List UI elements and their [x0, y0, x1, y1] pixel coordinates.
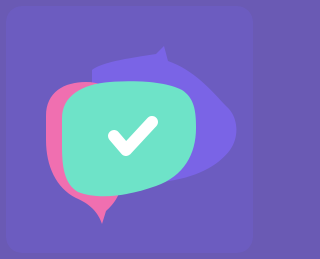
app-icon-tile[interactable] — [6, 6, 253, 253]
app-icon-frame — [0, 0, 261, 259]
app-icon-graphic — [6, 6, 253, 253]
